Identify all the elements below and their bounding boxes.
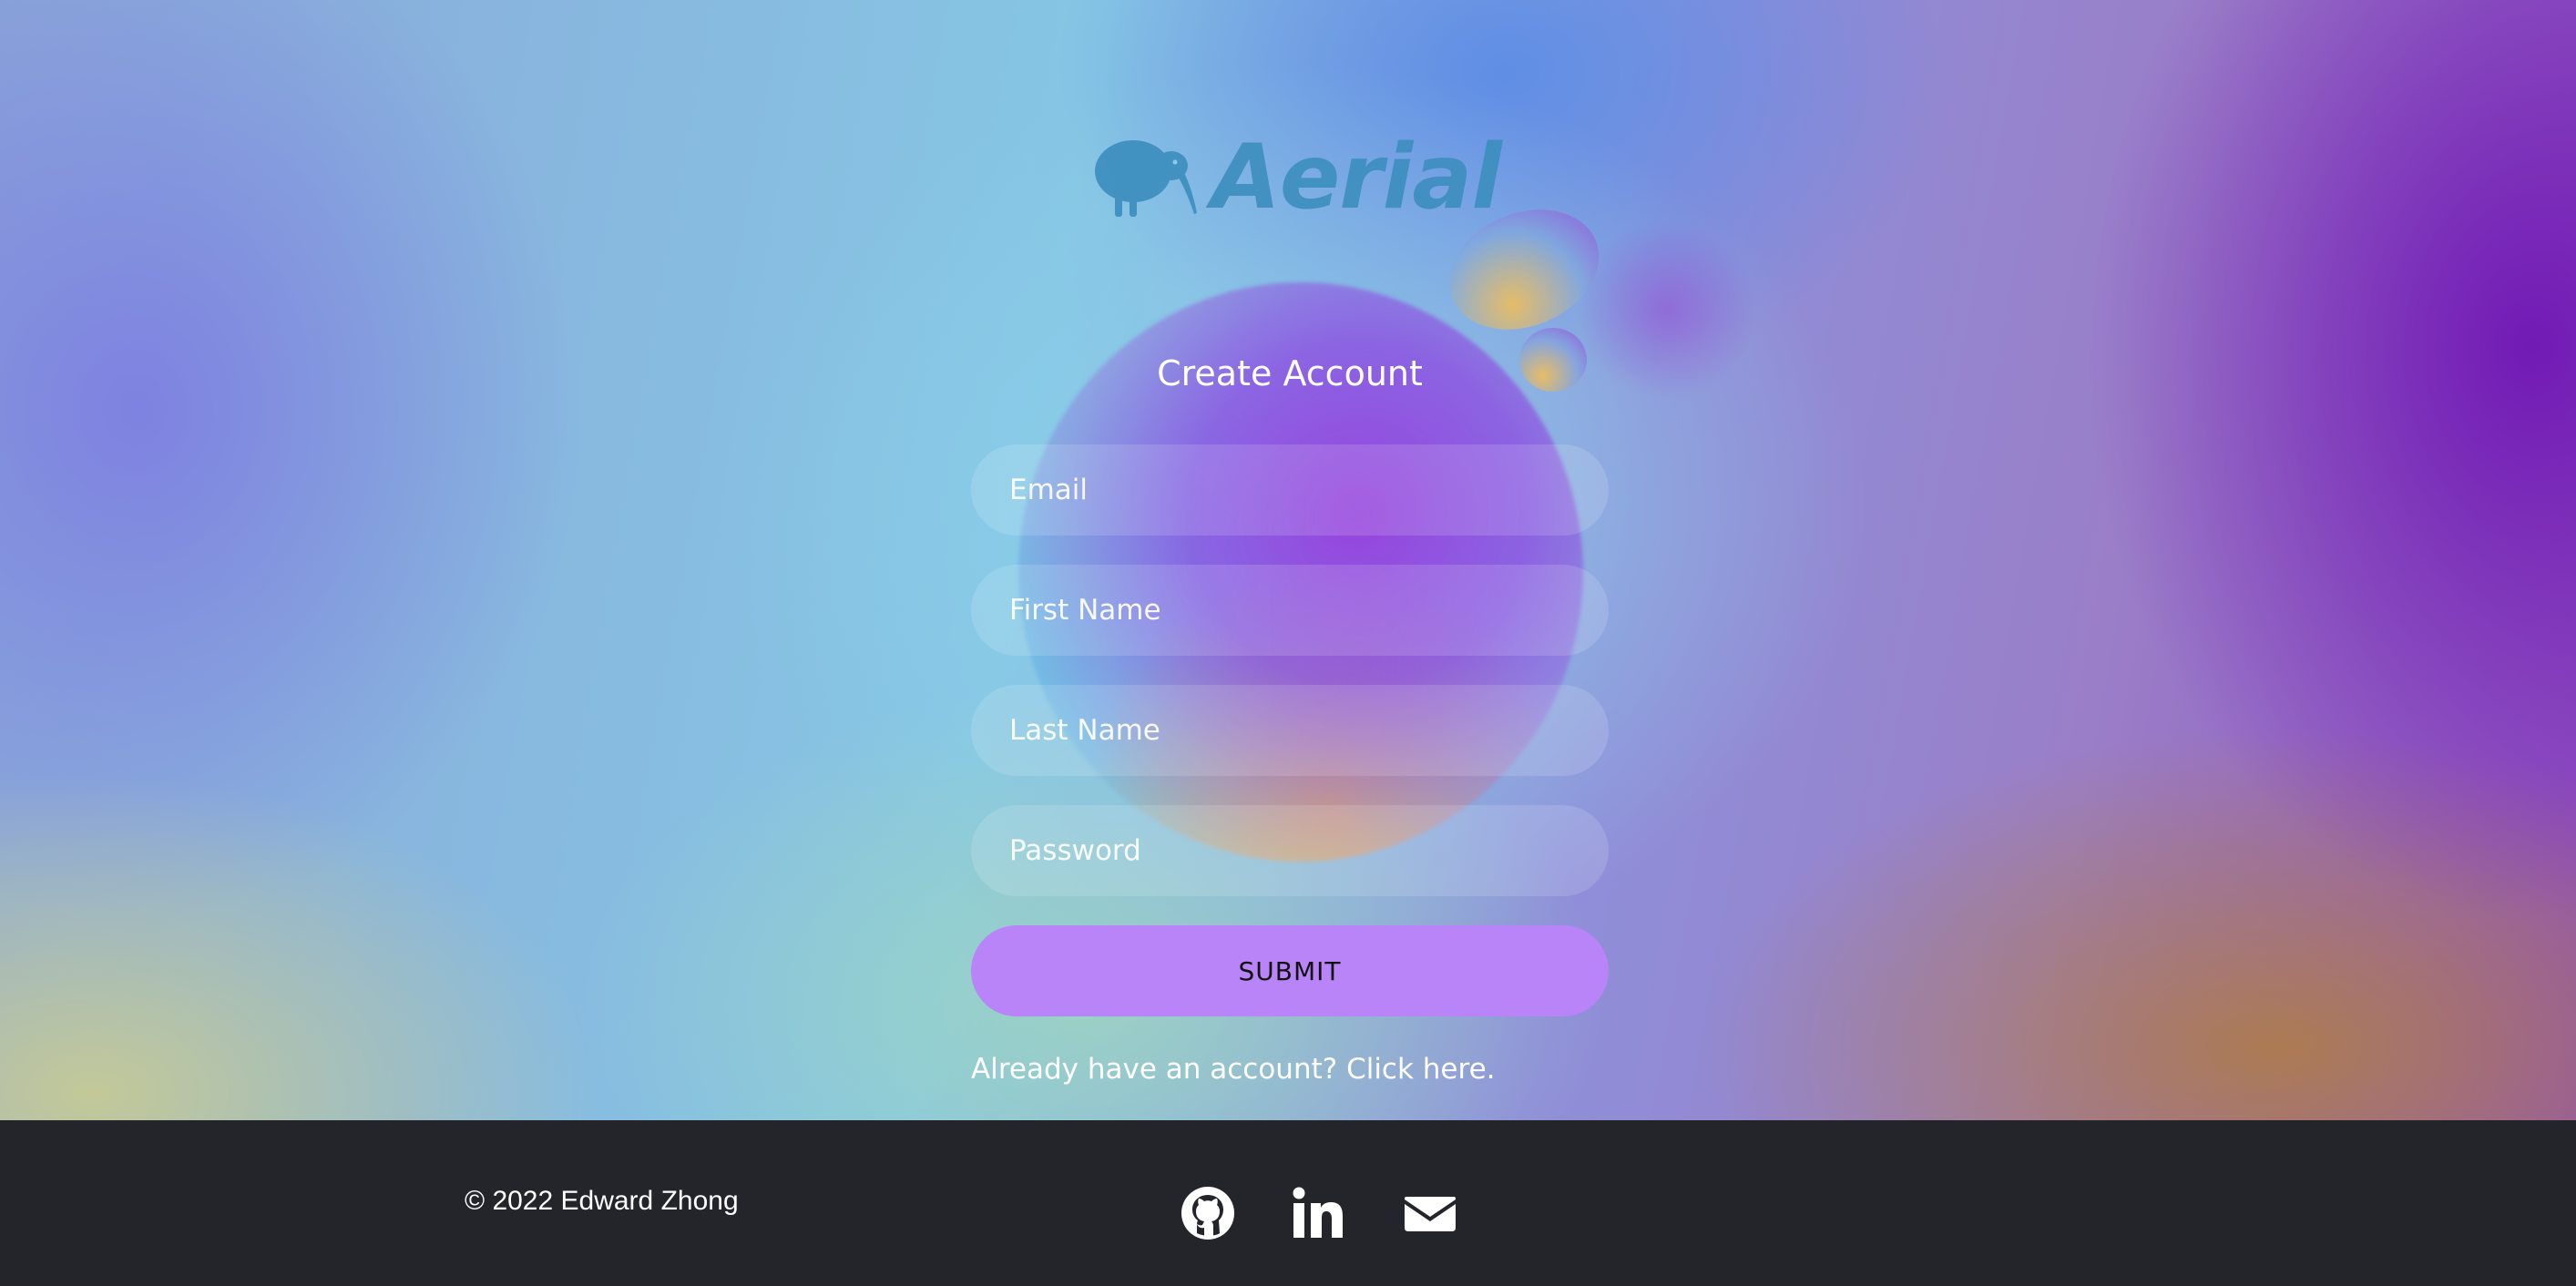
linkedin-link[interactable] bbox=[1290, 1184, 1348, 1242]
login-link[interactable]: Click here. bbox=[1346, 1053, 1495, 1086]
kiwi-bird-icon bbox=[1095, 140, 1197, 217]
password-input[interactable] bbox=[971, 805, 1609, 896]
email-input[interactable] bbox=[971, 444, 1609, 536]
form-title: Create Account bbox=[1157, 353, 1423, 393]
github-link[interactable] bbox=[1179, 1184, 1237, 1242]
login-prompt-line: Already have an account? Click here. bbox=[971, 1053, 1609, 1086]
brand-logo[interactable]: Aerial bbox=[1093, 126, 1502, 230]
login-prompt-text: Already have an account? bbox=[971, 1053, 1338, 1086]
copyright-text: © 2022 Edward Zhong bbox=[465, 1186, 739, 1216]
submit-button[interactable]: SUBMIT bbox=[971, 925, 1609, 1016]
create-account-form: Create Account SUBMIT Already have an ac… bbox=[971, 346, 1609, 1086]
hero-background: Aerial Create Account SUBMIT Already hav… bbox=[0, 0, 2576, 1120]
github-icon bbox=[1181, 1187, 1234, 1240]
email-link[interactable] bbox=[1401, 1184, 1459, 1242]
first-name-input[interactable] bbox=[971, 565, 1609, 656]
social-links bbox=[1179, 1184, 1459, 1242]
mail-icon bbox=[1405, 1197, 1456, 1231]
brand-name: Aerial bbox=[1211, 126, 1502, 230]
linkedin-icon bbox=[1293, 1187, 1343, 1238]
last-name-input[interactable] bbox=[971, 685, 1609, 776]
footer: © 2022 Edward Zhong bbox=[0, 1120, 2576, 1286]
